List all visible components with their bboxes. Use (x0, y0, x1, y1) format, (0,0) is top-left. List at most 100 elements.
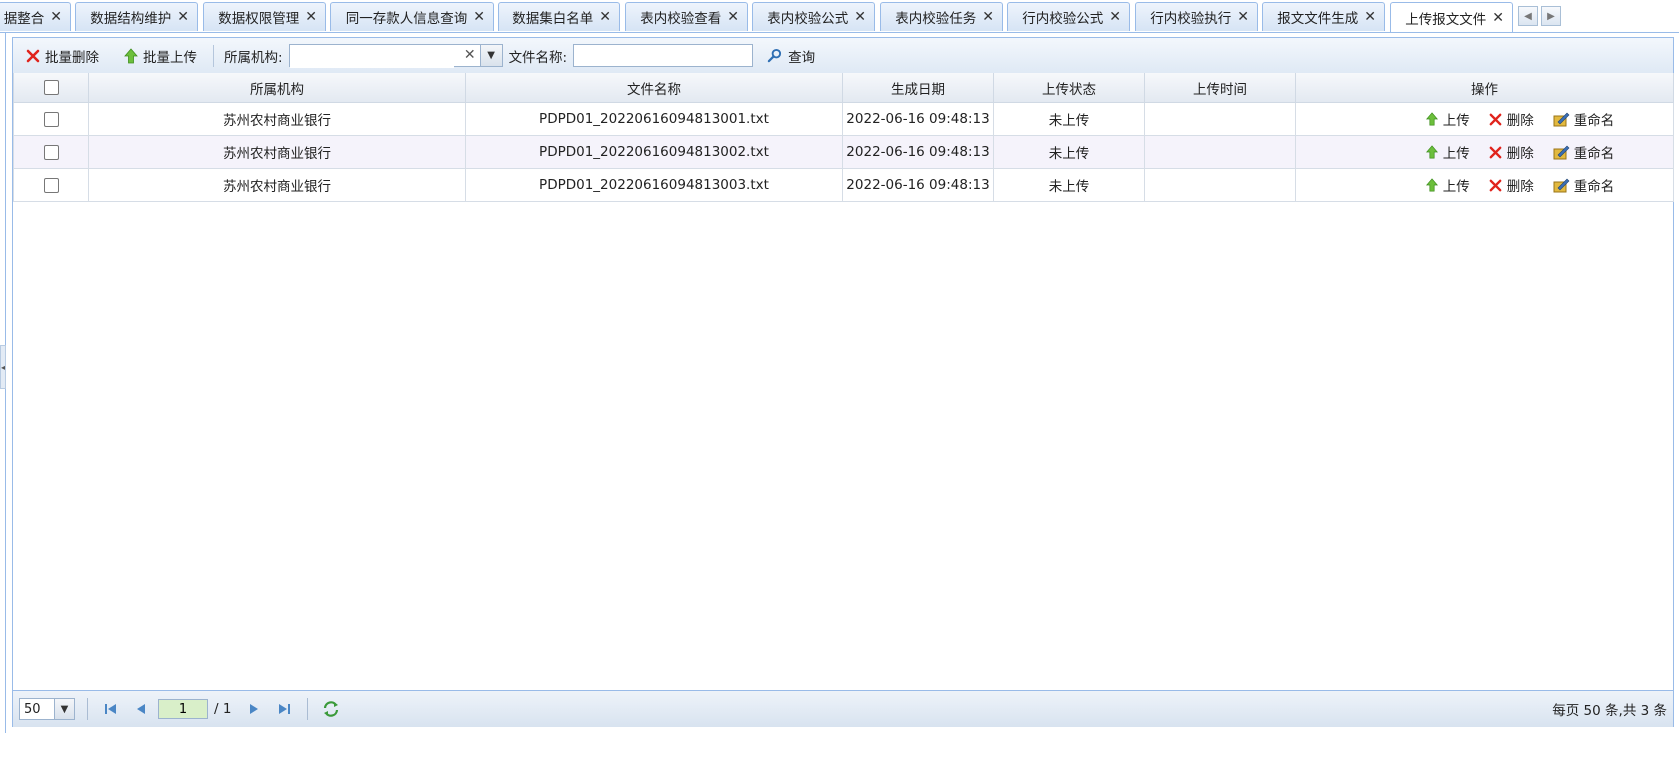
close-icon[interactable]: ✕ (854, 10, 866, 24)
cell-date: 2022-06-16 09:48:13 (842, 168, 994, 202)
tab-label: 数据结构维护 (90, 11, 172, 27)
column-header-org[interactable]: 所属机构 (88, 73, 466, 103)
delete-button[interactable]: 删除 (1488, 109, 1534, 129)
close-icon[interactable]: ✕ (1364, 10, 1376, 24)
batch-delete-button[interactable]: 批量删除 (25, 43, 99, 69)
rename-button[interactable]: 重命名 (1552, 109, 1614, 129)
tab-intable-check-task[interactable]: 表内校验任务 ✕ (880, 2, 1003, 31)
select-all-checkbox[interactable] (43, 80, 59, 95)
cell-org: 苏州农村商业银行 (88, 168, 466, 202)
last-page-icon (279, 704, 291, 714)
tab-label: 同一存款人信息查询 (345, 11, 468, 27)
last-page-button[interactable] (273, 698, 295, 720)
tab-intable-check-view[interactable]: 表内校验查看 ✕ (625, 2, 748, 31)
row-checkbox[interactable] (43, 144, 59, 160)
paging-toolbar: 50 ▼ / 1 每页 50 条,共 3 条 (13, 690, 1673, 727)
table-row[interactable]: 苏州农村商业银行 PDPD01_20220616094813001.txt 20… (13, 102, 1674, 136)
row-select-cell[interactable] (13, 168, 89, 202)
upload-label: 上传 (1442, 113, 1470, 129)
table-row[interactable]: 苏州农村商业银行 PDPD01_20220616094813003.txt 20… (13, 168, 1674, 202)
first-page-button[interactable] (100, 698, 122, 720)
row-select-cell[interactable] (13, 102, 89, 136)
current-page-input[interactable] (158, 699, 208, 719)
tab-inbank-check-formula[interactable]: 行内校验公式 ✕ (1007, 2, 1130, 31)
chevron-down-icon[interactable]: ▼ (54, 699, 74, 719)
scroll-left-button[interactable]: ◀ (1518, 6, 1538, 26)
rename-label: 重命名 (1573, 179, 1615, 195)
upload-button[interactable]: 上传 (1425, 142, 1470, 162)
org-input[interactable] (289, 45, 454, 68)
file-grid-panel: 批量删除 批量上传 所属机构: ✕ ▼ 文件名称: 查询 所属机构 文件名称 生… (12, 37, 1674, 727)
delete-label: 删除 (1506, 179, 1534, 195)
chevron-down-icon[interactable]: ▼ (479, 45, 502, 66)
next-page-icon (250, 704, 259, 714)
tab-depositor-query[interactable]: 同一存款人信息查询 ✕ (330, 2, 494, 31)
close-icon[interactable]: ✕ (727, 10, 739, 24)
org-combo[interactable]: ✕ ▼ (288, 44, 503, 68)
tab-upload-report-file[interactable]: 上传报文文件 ✕ (1390, 2, 1513, 32)
tab-data-permission[interactable]: 数据权限管理 ✕ (203, 2, 326, 31)
rename-button[interactable]: 重命名 (1552, 142, 1614, 162)
cell-status: 未上传 (993, 135, 1145, 169)
batch-upload-button[interactable]: 批量上传 (123, 43, 197, 69)
close-icon[interactable]: ✕ (1109, 10, 1121, 24)
row-checkbox[interactable] (43, 111, 59, 127)
next-page-button[interactable] (243, 698, 265, 720)
query-button[interactable]: 查询 (767, 43, 815, 69)
tab-whitelist[interactable]: 数据集白名单 ✕ (498, 2, 620, 31)
tab-label: 上传报文文件 (1405, 12, 1487, 28)
cell-org: 苏州农村商业银行 (88, 135, 466, 169)
close-icon[interactable]: ✕ (305, 10, 317, 24)
tab-label: 行内校验公式 (1022, 11, 1104, 27)
tab-data-integration[interactable]: 据整合 ✕ (0, 2, 71, 31)
tab-label: 数据集白名单 (512, 11, 594, 27)
filename-label: 文件名称: (508, 49, 568, 66)
page-size-value: 50 (24, 701, 41, 717)
row-select-cell[interactable] (13, 135, 89, 169)
scroll-right-button[interactable]: ▶ (1541, 6, 1561, 26)
column-header-upload-time[interactable]: 上传时间 (1144, 73, 1296, 103)
close-icon[interactable]: ✕ (982, 10, 994, 24)
prev-page-button[interactable] (130, 698, 152, 720)
cell-status: 未上传 (993, 102, 1145, 136)
tab-label: 报文文件生成 (1277, 11, 1359, 27)
column-header-status[interactable]: 上传状态 (993, 73, 1145, 103)
close-icon[interactable]: ✕ (1492, 11, 1504, 25)
table-header-row: 所属机构 文件名称 生成日期 上传状态 上传时间 操作 (13, 73, 1674, 103)
column-header-date[interactable]: 生成日期 (842, 73, 994, 103)
clear-icon[interactable]: ✕ (464, 47, 476, 63)
close-icon[interactable]: ✕ (1237, 10, 1249, 24)
delete-icon (25, 48, 41, 64)
upload-button[interactable]: 上传 (1425, 175, 1470, 195)
cell-filename: PDPD01_20220616094813002.txt (465, 135, 843, 169)
delete-button[interactable]: 删除 (1488, 175, 1534, 195)
tab-inbank-check-exec[interactable]: 行内校验执行 ✕ (1135, 2, 1258, 31)
cell-upload-time (1144, 168, 1296, 202)
tab-intable-check-formula[interactable]: 表内校验公式 ✕ (752, 2, 875, 31)
close-icon[interactable]: ✕ (50, 10, 62, 24)
first-page-icon (105, 704, 116, 714)
upload-arrow-icon (1425, 145, 1438, 159)
pager-separator (87, 698, 88, 720)
total-pages: / 1 (214, 701, 232, 717)
column-header-filename[interactable]: 文件名称 (465, 73, 843, 103)
upload-button[interactable]: 上传 (1425, 109, 1470, 129)
search-icon (767, 48, 782, 63)
filename-input[interactable] (573, 44, 754, 67)
select-all-cell[interactable] (13, 73, 89, 103)
tab-data-structure[interactable]: 数据结构维护 ✕ (75, 2, 198, 31)
close-icon[interactable]: ✕ (177, 10, 189, 24)
delete-button[interactable]: 删除 (1488, 142, 1534, 162)
paging-summary: 每页 50 条,共 3 条 (1552, 703, 1667, 719)
rename-icon (1553, 112, 1570, 127)
table-row[interactable]: 苏州农村商业银行 PDPD01_20220616094813002.txt 20… (13, 135, 1674, 169)
rename-button[interactable]: 重命名 (1552, 175, 1615, 195)
close-icon[interactable]: ✕ (599, 10, 611, 24)
row-checkbox[interactable] (43, 177, 59, 193)
close-icon[interactable]: ✕ (473, 10, 485, 24)
collapse-handle[interactable]: ◂ (0, 345, 6, 389)
tab-report-file-generate[interactable]: 报文文件生成 ✕ (1262, 2, 1385, 31)
cell-date: 2022-06-16 09:48:13 (842, 135, 994, 169)
refresh-button[interactable] (320, 698, 342, 720)
page-size-select[interactable]: 50 ▼ (19, 698, 75, 720)
